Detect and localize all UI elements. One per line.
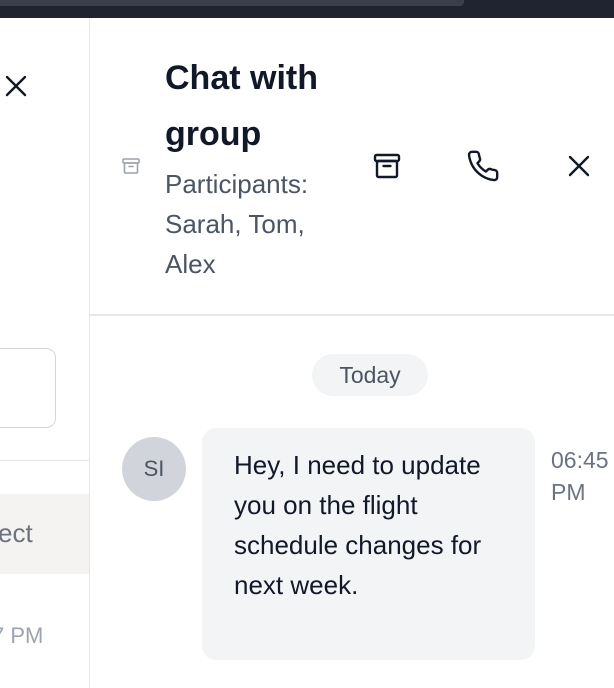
participants-text: Participants: Sarah, Tom, Alex	[165, 169, 309, 279]
top-bar-strip	[0, 0, 464, 6]
close-icon	[568, 155, 590, 177]
window-top-bar	[0, 0, 614, 18]
phone-icon	[467, 150, 499, 182]
search-input[interactable]	[0, 348, 56, 428]
conversation-list-panel: ect 7 PM	[0, 18, 90, 688]
message-bubble: Hey, I need to update you on the flight …	[202, 428, 535, 660]
conversation-item-label: ect	[0, 518, 33, 548]
archive-button[interactable]	[367, 146, 407, 186]
conversation-item-time: 7 PM	[0, 623, 44, 648]
close-icon[interactable]	[4, 74, 28, 98]
archive-icon	[373, 153, 401, 179]
divider	[0, 460, 89, 461]
call-button[interactable]	[463, 146, 503, 186]
avatar: SI	[122, 437, 186, 501]
archive-icon	[121, 156, 141, 176]
message-timestamp: 06:45 PM	[551, 447, 609, 505]
chat-title: Chat with group	[165, 59, 318, 153]
header-divider	[90, 314, 614, 316]
date-separator: Today	[312, 354, 428, 396]
close-button[interactable]	[559, 146, 599, 186]
